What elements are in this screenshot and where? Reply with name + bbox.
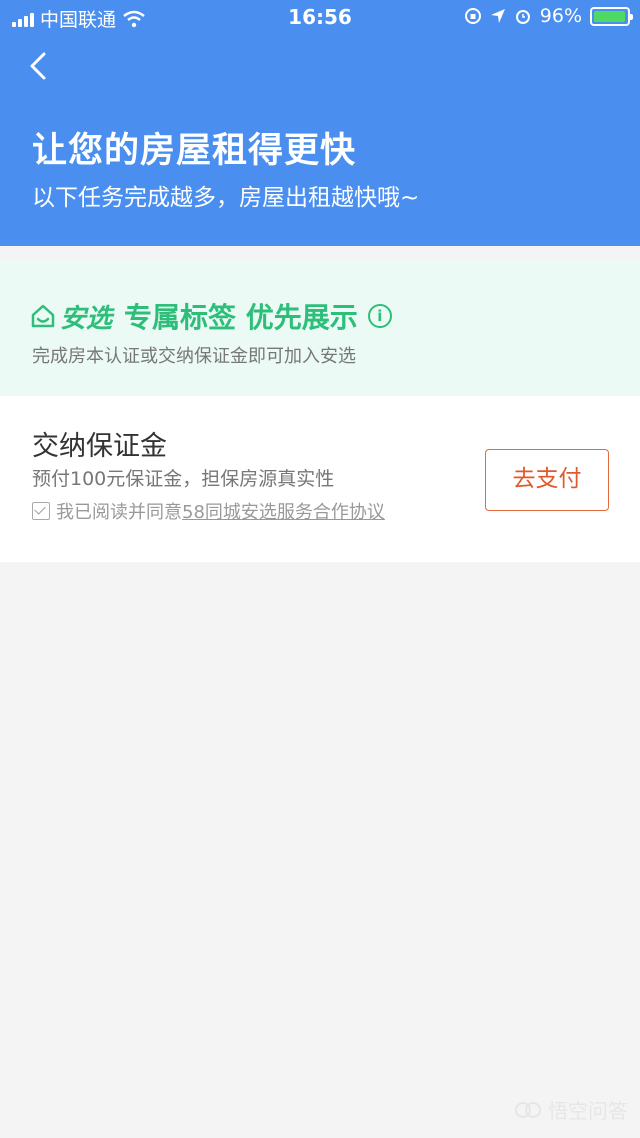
battery-fill	[594, 10, 625, 22]
agreement-row: 我已阅读并同意 58同城安选服务合作协议	[32, 498, 385, 524]
pay-button[interactable]: 去支付	[485, 449, 609, 511]
status-right: 96%	[464, 5, 633, 27]
anxuan-banner: 安选 专属标签 优先展示 i 完成房本认证或交纳保证金即可加入安选	[0, 260, 640, 396]
agreement-checkbox[interactable]	[32, 502, 50, 520]
anxuan-headline-row: 安选 专属标签 优先展示 i	[30, 296, 392, 336]
info-icon[interactable]: i	[367, 304, 392, 328]
anxuan-headline: 专属标签 优先展示	[124, 301, 358, 334]
rotation-lock-icon	[464, 8, 481, 24]
agreement-prefix: 我已阅读并同意	[56, 502, 182, 523]
page-subtitle: 以下任务完成越多，房屋出租越快哦~	[32, 185, 420, 211]
header: 中国联通 16:56 96% 让您的房屋租得更快 以下任务完成越多，房屋出租越快…	[0, 0, 640, 246]
watermark-text: 悟空问答	[548, 1099, 628, 1123]
status-bar: 中国联通 16:56 96%	[0, 0, 640, 34]
battery-percent: 96%	[539, 5, 582, 27]
back-button[interactable]	[26, 46, 66, 86]
section-divider	[0, 246, 640, 260]
deposit-description: 预付100元保证金，担保房源真实性	[32, 468, 335, 490]
chevron-left-icon	[30, 52, 46, 80]
anxuan-description: 完成房本认证或交纳保证金即可加入安选	[32, 346, 356, 367]
watermark: 悟空问答	[514, 1095, 628, 1124]
alarm-icon	[515, 10, 530, 24]
anxuan-logo-text: 安选	[60, 303, 113, 334]
anxuan-logo: 安选	[30, 298, 112, 335]
deposit-title: 交纳保证金	[32, 431, 167, 462]
agreement-link[interactable]: 58同城安选服务合作协议	[182, 498, 385, 524]
location-icon	[490, 9, 505, 23]
deposit-task-card: 交纳保证金 预付100元保证金，担保房源真实性 我已阅读并同意 58同城安选服务…	[0, 396, 640, 562]
watermark-logo-icon	[515, 1101, 541, 1118]
page-title: 让您的房屋租得更快	[32, 131, 357, 171]
battery-icon	[590, 6, 633, 26]
house-smile-icon	[31, 304, 55, 328]
